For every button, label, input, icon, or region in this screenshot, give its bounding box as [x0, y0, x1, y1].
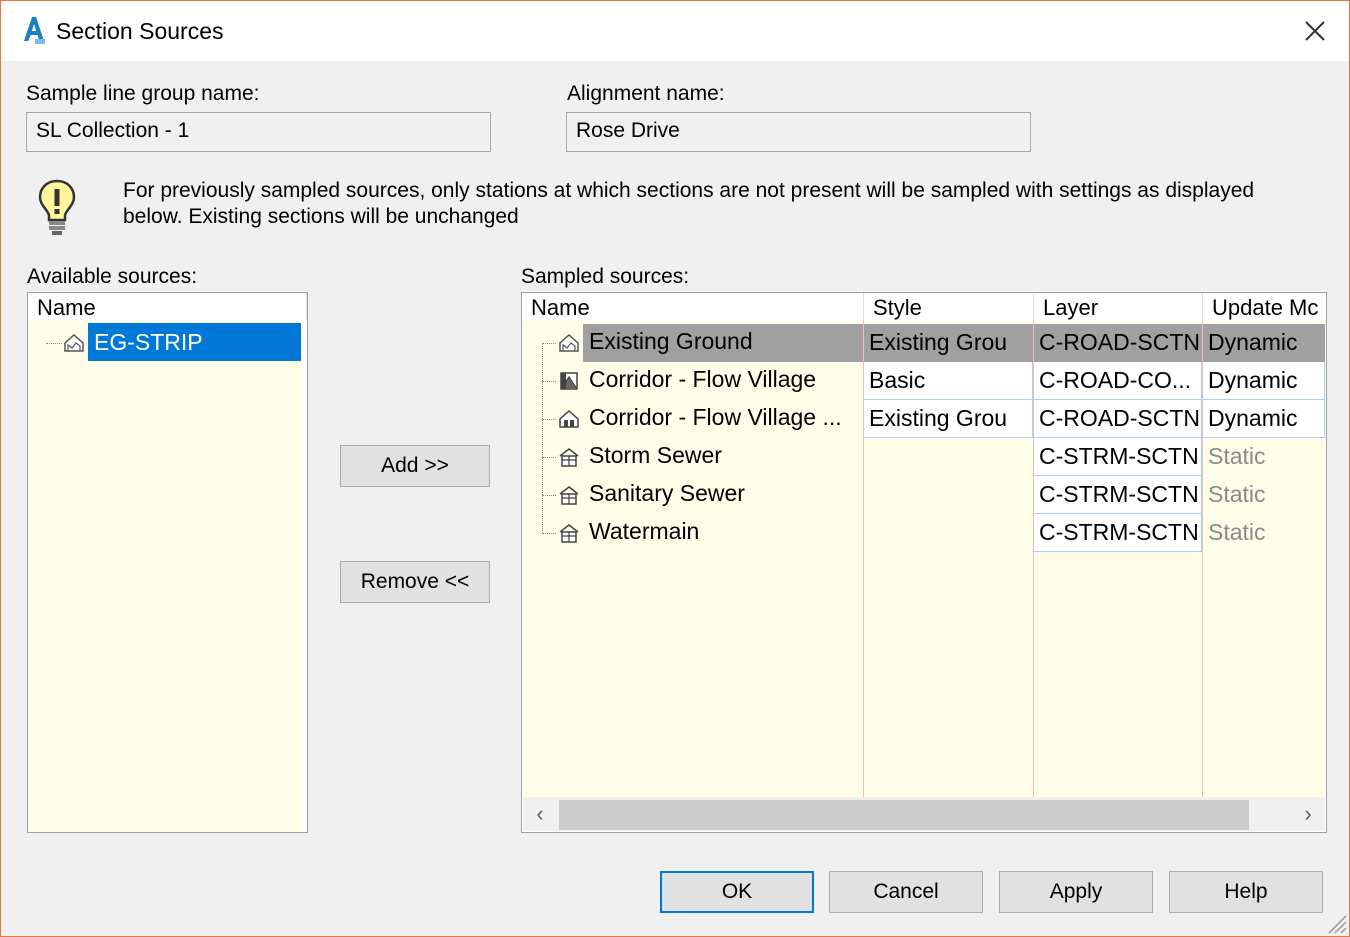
- info-line-2: below. Existing sections will be unchang…: [123, 205, 519, 228]
- tree-connector: [542, 457, 556, 458]
- surface-icon: [64, 333, 84, 352]
- row-2-style[interactable]: Basic: [864, 362, 1033, 400]
- lightbulb-icon: [38, 179, 76, 235]
- available-item-eg-strip[interactable]: EG-STRIP: [88, 323, 304, 361]
- autocad-civil-app-icon: [24, 17, 45, 44]
- row-4-name[interactable]: Storm Sewer: [589, 442, 722, 469]
- corridor-surface-icon: [559, 409, 579, 428]
- row-6-layer[interactable]: C-STRM-SCTN: [1034, 514, 1202, 552]
- cancel-button[interactable]: Cancel: [829, 871, 983, 913]
- tree-connector: [46, 343, 62, 344]
- surface-icon: [559, 333, 579, 352]
- list-edge: [301, 321, 307, 832]
- tree-connector: [542, 343, 556, 344]
- pipe-network-icon: [559, 486, 579, 505]
- row-2-update-mode[interactable]: Dynamic: [1203, 362, 1325, 400]
- tree-connector: [542, 343, 543, 533]
- row-1-update-mode[interactable]: Dynamic: [1203, 324, 1325, 362]
- horizontal-scrollbar[interactable]: ‹ ›: [523, 797, 1325, 831]
- tree-connector: [542, 495, 556, 496]
- sampled-header-update-mode[interactable]: Update Mc: [1203, 293, 1326, 321]
- scroll-right-arrow[interactable]: ›: [1291, 797, 1325, 831]
- sampled-sources-list[interactable]: Name Style Layer Update Mc Existing Grou…: [521, 292, 1327, 833]
- row-3-style[interactable]: Existing Grou: [864, 400, 1033, 438]
- available-sources-label: Available sources:: [27, 265, 198, 288]
- row-5-update-mode[interactable]: Static: [1203, 476, 1325, 514]
- available-header-name[interactable]: Name: [28, 293, 307, 321]
- row-1-name[interactable]: Existing Ground: [589, 328, 753, 355]
- pipe-network-icon: [559, 448, 579, 467]
- scroll-left-arrow[interactable]: ‹: [523, 797, 557, 831]
- row-2-name[interactable]: Corridor - Flow Village: [589, 366, 816, 393]
- info-line-1: For previously sampled sources, only sta…: [123, 179, 1255, 202]
- corridor-icon: [560, 372, 578, 390]
- add-button[interactable]: Add >>: [340, 445, 490, 487]
- row-1-style[interactable]: Existing Grou: [864, 324, 1033, 362]
- row-5-name[interactable]: Sanitary Sewer: [589, 480, 745, 507]
- apply-button[interactable]: Apply: [999, 871, 1153, 913]
- row-2-layer[interactable]: C-ROAD-CO...: [1034, 362, 1202, 400]
- tree-connector: [542, 419, 556, 420]
- scroll-thumb[interactable]: [559, 800, 1249, 830]
- ok-button[interactable]: OK: [660, 871, 814, 913]
- section-sources-dialog: Section Sources Sample line group name: …: [0, 0, 1350, 937]
- sample-group-field: SL Collection - 1: [26, 112, 491, 152]
- sampled-header-name[interactable]: Name: [522, 293, 864, 321]
- resize-grip-icon[interactable]: [1321, 908, 1347, 934]
- available-sources-list[interactable]: Name EG-STRIP: [27, 292, 308, 833]
- close-icon[interactable]: [1299, 15, 1331, 47]
- tree-connector: [542, 381, 556, 382]
- row-6-name[interactable]: Watermain: [589, 518, 699, 545]
- row-3-update-mode[interactable]: Dynamic: [1203, 400, 1325, 438]
- sampled-header-layer[interactable]: Layer: [1034, 293, 1203, 321]
- row-3-layer[interactable]: C-ROAD-SCTN: [1034, 400, 1202, 438]
- row-3-name[interactable]: Corridor - Flow Village ...: [589, 404, 842, 431]
- tree-connector: [542, 533, 556, 534]
- dialog-title: Section Sources: [56, 18, 224, 44]
- alignment-label: Alignment name:: [567, 82, 725, 105]
- row-4-update-mode[interactable]: Static: [1203, 438, 1325, 476]
- title-bar: Section Sources: [1, 1, 1349, 61]
- row-4-layer[interactable]: C-STRM-SCTN: [1034, 438, 1202, 476]
- row-5-layer[interactable]: C-STRM-SCTN: [1034, 476, 1202, 514]
- row-6-update-mode[interactable]: Static: [1203, 514, 1325, 552]
- remove-button[interactable]: Remove <<: [340, 561, 490, 603]
- sample-group-label: Sample line group name:: [26, 82, 260, 105]
- sampled-header-style[interactable]: Style: [864, 293, 1034, 321]
- sampled-sources-label: Sampled sources:: [521, 265, 690, 288]
- row-1-layer[interactable]: C-ROAD-SCTN: [1034, 324, 1202, 362]
- help-button[interactable]: Help: [1169, 871, 1323, 913]
- pipe-network-icon: [559, 524, 579, 543]
- alignment-field: Rose Drive: [566, 112, 1031, 152]
- info-message: For previously sampled sources, only sta…: [123, 178, 1323, 230]
